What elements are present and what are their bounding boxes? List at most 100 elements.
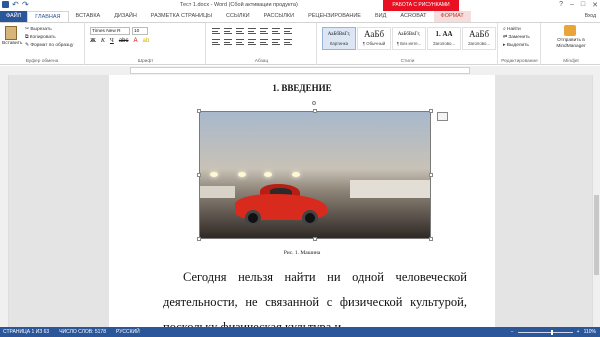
redo-icon[interactable]: ↷ bbox=[22, 1, 29, 9]
cut-button[interactable]: ✂ Вырезать bbox=[25, 26, 73, 34]
paste-icon[interactable] bbox=[5, 26, 17, 40]
layout-options-icon[interactable] bbox=[437, 112, 448, 121]
select-label: Выделить bbox=[506, 43, 529, 48]
align-left-icon[interactable] bbox=[212, 39, 220, 45]
tab-format[interactable]: ФОРМАТ bbox=[433, 11, 471, 22]
tab-view[interactable]: ВИД bbox=[368, 11, 393, 22]
numbering-icon[interactable] bbox=[224, 28, 232, 34]
increase-indent-icon[interactable] bbox=[260, 28, 268, 34]
minimize-button[interactable]: – bbox=[570, 1, 574, 9]
font-name-select[interactable]: Times New R bbox=[90, 27, 130, 35]
sort-icon[interactable] bbox=[272, 28, 280, 34]
editing-actions: ⌕ Найти ⇄ Заменить ▸ Выделить bbox=[503, 26, 530, 50]
tab-design[interactable]: ДИЗАЙН bbox=[107, 11, 144, 22]
line-spacing-icon[interactable] bbox=[260, 39, 268, 45]
close-button[interactable]: ✕ bbox=[592, 1, 598, 9]
hangar-shape bbox=[350, 180, 430, 198]
horizontal-ruler[interactable] bbox=[130, 67, 470, 74]
section-heading: 1. ВВЕДЕНИЕ bbox=[272, 83, 332, 93]
undo-icon[interactable]: ↶ bbox=[12, 1, 19, 9]
editing-group: ⌕ Найти ⇄ Заменить ▸ Выделить Редактиров… bbox=[499, 23, 541, 65]
scrollbar-thumb[interactable] bbox=[594, 195, 599, 275]
format-painter-label: Формат по образцу bbox=[30, 43, 74, 48]
page-counter[interactable]: СТРАНИЦА 1 ИЗ 63 bbox=[3, 327, 49, 337]
align-right-icon[interactable] bbox=[236, 39, 244, 45]
zoom-control: − + 110% bbox=[511, 327, 596, 337]
tab-review[interactable]: РЕЦЕНЗИРОВАНИЕ bbox=[301, 11, 368, 22]
justify-icon[interactable] bbox=[248, 39, 256, 45]
resize-handle[interactable] bbox=[197, 173, 201, 177]
lamp-shape bbox=[292, 172, 300, 177]
style-heading-2[interactable]: АаБб Заголово... bbox=[462, 27, 496, 50]
style-sample: АаБбВвГг, bbox=[397, 32, 421, 37]
style-picture[interactable]: АаБбВвГг, Картинка bbox=[322, 27, 356, 50]
resize-handle[interactable] bbox=[429, 173, 433, 177]
find-button[interactable]: ⌕ Найти bbox=[503, 26, 530, 34]
car-wheel bbox=[245, 210, 261, 226]
font-size-select[interactable]: 10 bbox=[132, 27, 148, 35]
vertical-ruler[interactable] bbox=[0, 75, 9, 327]
resize-handle[interactable] bbox=[197, 237, 201, 241]
style-normal[interactable]: АаБб ¶ Обычный bbox=[357, 27, 391, 50]
strikethrough-button[interactable]: abc bbox=[119, 38, 129, 44]
language-indicator[interactable]: РУССКИЙ bbox=[116, 327, 140, 337]
ruler-bar bbox=[0, 66, 600, 75]
font-color-icon[interactable]: A bbox=[134, 38, 138, 44]
document-page[interactable]: 1. ВВЕДЕНИЕ Рис. 1. Машина Сегодня нельз… bbox=[109, 75, 495, 334]
mindmanager-icon[interactable] bbox=[564, 25, 576, 36]
car-wheel bbox=[302, 210, 318, 226]
style-no-spacing[interactable]: АаБбВвГг, ¶ Без инте... bbox=[392, 27, 426, 50]
italic-button[interactable]: К bbox=[101, 38, 105, 44]
ribbon: Вставить ✂ Вырезать ⧉ Копировать ✎ Форма… bbox=[0, 22, 600, 65]
zoom-slider[interactable] bbox=[517, 329, 573, 335]
tab-references[interactable]: ССЫЛКИ bbox=[219, 11, 257, 22]
send-to-mindmanager-button[interactable]: Отправить в MindManager bbox=[546, 38, 596, 50]
resize-handle[interactable] bbox=[429, 237, 433, 241]
paste-button[interactable]: Вставить bbox=[2, 41, 22, 46]
help-button[interactable]: ? bbox=[559, 1, 563, 9]
picture-tools-context-label: РАБОТА С РИСУНКАМИ bbox=[383, 0, 459, 11]
borders-icon[interactable] bbox=[284, 39, 292, 45]
sign-in-link[interactable]: Вход bbox=[585, 11, 596, 22]
lamp-shape bbox=[210, 172, 218, 177]
copy-button[interactable]: ⧉ Копировать bbox=[25, 34, 73, 42]
save-icon[interactable] bbox=[2, 1, 9, 8]
select-button[interactable]: ▸ Выделить bbox=[503, 42, 530, 50]
zoom-out-button[interactable]: − bbox=[511, 327, 514, 337]
resize-handle[interactable] bbox=[313, 237, 317, 241]
style-sample: 1. АА bbox=[435, 30, 453, 38]
word-count[interactable]: ЧИСЛО СЛОВ: 5178 bbox=[59, 327, 106, 337]
quick-access-toolbar: ↶ ↷ bbox=[2, 1, 29, 9]
rotate-handle[interactable] bbox=[312, 101, 316, 105]
window-controls: ? – □ ✕ bbox=[559, 1, 598, 9]
pilcrow-icon[interactable] bbox=[284, 28, 292, 34]
tab-home[interactable]: ГЛАВНАЯ bbox=[27, 10, 69, 23]
vertical-scrollbar[interactable] bbox=[592, 75, 600, 327]
decrease-indent-icon[interactable] bbox=[248, 28, 256, 34]
tab-acrobat[interactable]: ACROBAT bbox=[393, 11, 433, 22]
style-heading-1[interactable]: 1. АА Заголово... bbox=[427, 27, 461, 50]
find-label: Найти bbox=[507, 27, 521, 32]
zoom-in-button[interactable]: + bbox=[577, 327, 580, 337]
resize-handle[interactable] bbox=[429, 109, 433, 113]
bold-button[interactable]: Ж bbox=[90, 38, 96, 44]
maximize-button[interactable]: □ bbox=[581, 1, 585, 9]
multilevel-list-icon[interactable] bbox=[236, 28, 244, 34]
zoom-level[interactable]: 110% bbox=[584, 327, 596, 337]
zoom-slider-knob[interactable] bbox=[550, 329, 553, 335]
selected-picture[interactable] bbox=[199, 111, 431, 239]
replace-button[interactable]: ⇄ Заменить bbox=[503, 34, 530, 42]
tab-page-layout[interactable]: РАЗМЕТКА СТРАНИЦЫ bbox=[144, 11, 219, 22]
tab-insert[interactable]: ВСТАВКА bbox=[69, 11, 108, 22]
resize-handle[interactable] bbox=[313, 109, 317, 113]
format-painter-button[interactable]: ✎ Формат по образцу bbox=[25, 42, 73, 50]
highlight-icon[interactable]: ab bbox=[143, 38, 150, 44]
cut-label: Вырезать bbox=[30, 27, 52, 32]
underline-button[interactable]: Ч bbox=[110, 38, 114, 44]
resize-handle[interactable] bbox=[197, 109, 201, 113]
bullets-icon[interactable] bbox=[212, 28, 220, 34]
shading-icon[interactable] bbox=[272, 39, 280, 45]
tab-file[interactable]: ФАЙЛ bbox=[0, 11, 28, 22]
align-center-icon[interactable] bbox=[224, 39, 232, 45]
tab-mailings[interactable]: РАССЫЛКИ bbox=[257, 11, 301, 22]
